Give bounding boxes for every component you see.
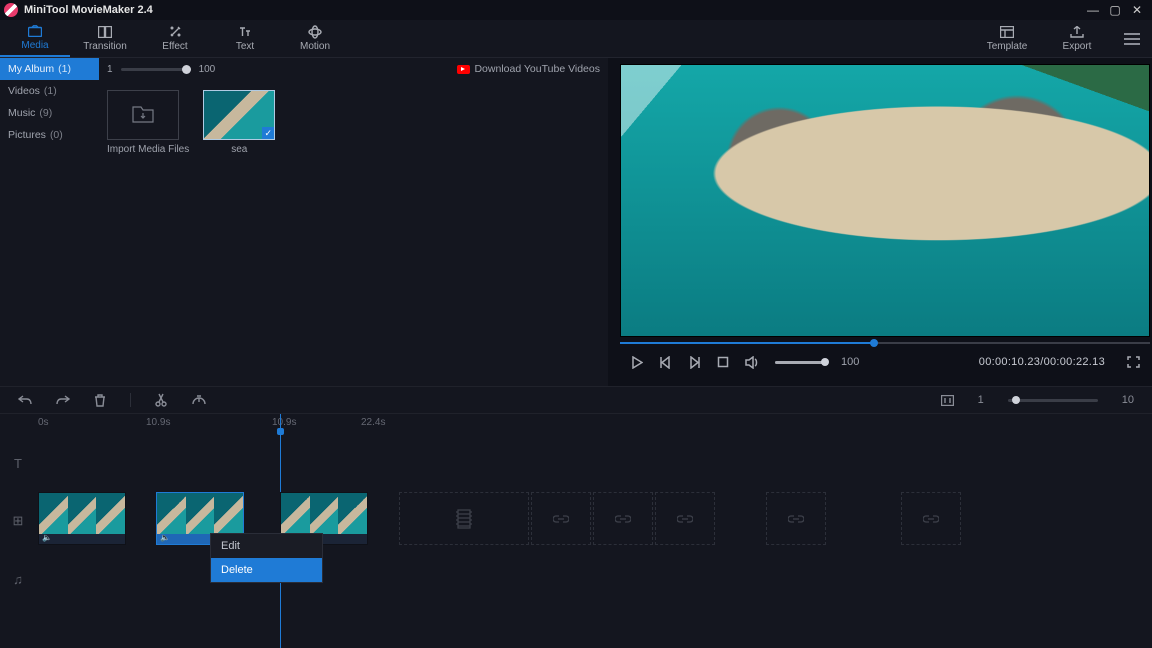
delete-button[interactable] — [94, 394, 106, 407]
text-icon — [238, 25, 252, 39]
tab-text[interactable]: Text — [210, 20, 280, 57]
filmstrip-icon — [455, 509, 473, 529]
sidebar-item-pictures[interactable]: Pictures(0) — [0, 124, 99, 146]
import-media-button[interactable]: Import Media Files — [107, 90, 189, 155]
link-icon — [553, 512, 569, 526]
track-label-audio: ♫ — [0, 550, 36, 608]
volume-value: 100 — [841, 356, 859, 368]
media-item-sea[interactable]: ✓ sea — [203, 90, 275, 155]
media-icon — [28, 24, 42, 38]
next-frame-button[interactable] — [688, 356, 701, 369]
tab-transition[interactable]: Transition — [70, 20, 140, 57]
app-title: MiniTool MovieMaker 2.4 — [24, 4, 153, 16]
preview-viewport[interactable] — [620, 64, 1150, 337]
timeline-zoom-slider[interactable] — [1008, 399, 1098, 402]
tab-motion[interactable]: Motion — [280, 20, 350, 57]
track-label-video: ⊞ — [0, 492, 36, 550]
download-youtube-link[interactable]: Download YouTube Videos — [457, 63, 600, 75]
context-menu: Edit Delete — [210, 533, 323, 583]
export-button[interactable]: Export — [1042, 20, 1112, 57]
link-icon — [788, 512, 804, 526]
volume-slider[interactable] — [775, 361, 825, 364]
check-icon: ✓ — [262, 127, 274, 139]
export-icon — [1070, 25, 1084, 39]
tab-media[interactable]: Media — [0, 20, 70, 57]
video-track[interactable] — [36, 492, 1152, 548]
tab-effect[interactable]: Effect — [140, 20, 210, 57]
folder-download-icon — [132, 106, 154, 124]
youtube-icon — [457, 65, 470, 74]
preview-scrubber[interactable] — [620, 339, 1150, 347]
app-logo-icon — [4, 3, 18, 17]
media-thumbnail: ✓ — [203, 90, 275, 140]
clip-placeholder[interactable] — [399, 492, 529, 545]
sidebar-item-music[interactable]: Music(9) — [0, 102, 99, 124]
redo-button[interactable] — [56, 394, 70, 406]
sidebar-item-videos[interactable]: Videos(1) — [0, 80, 99, 102]
link-icon — [923, 512, 939, 526]
sidebar-item-myalbum[interactable]: My Album(1) — [0, 58, 99, 80]
split-button[interactable] — [155, 393, 167, 407]
fit-button[interactable] — [941, 395, 954, 406]
time-display: 00:00:10.23/00:00:22.13 — [979, 356, 1105, 368]
motion-icon — [308, 25, 322, 39]
audio-track[interactable] — [36, 550, 1152, 606]
minimize-button[interactable]: — — [1082, 3, 1104, 17]
close-button[interactable]: ✕ — [1126, 3, 1148, 17]
library-zoom-min: 1 — [107, 64, 113, 75]
transition-placeholder[interactable] — [901, 492, 961, 545]
preview-panel: 100 00:00:10.23/00:00:22.13 — [612, 58, 1152, 386]
media-library: 1 100 Download YouTube Videos Import Med… — [99, 58, 608, 386]
timeline: 0s 10.9s 10.9s 22.4s T ⊞ ♫ Edit Delete — [0, 414, 1152, 648]
effect-icon — [168, 25, 182, 39]
hamburger-icon — [1124, 38, 1140, 40]
timeline-zoom-min: 1 — [978, 394, 984, 406]
library-zoom-slider[interactable] — [121, 68, 191, 71]
menu-button[interactable] — [1112, 20, 1152, 57]
stop-button[interactable] — [717, 356, 729, 368]
transition-placeholder[interactable] — [593, 492, 653, 545]
track-label-text: T — [0, 434, 36, 492]
volume-icon[interactable] — [745, 356, 759, 369]
transition-icon — [98, 25, 112, 39]
undo-button[interactable] — [18, 394, 32, 406]
link-icon — [615, 512, 631, 526]
speed-button[interactable] — [191, 394, 207, 406]
main-toolbar: Media Transition Effect Text Motion Temp… — [0, 20, 1152, 58]
text-track[interactable] — [36, 434, 1152, 490]
fullscreen-button[interactable] — [1127, 356, 1140, 368]
library-zoom-max: 100 — [199, 64, 216, 75]
prev-frame-button[interactable] — [659, 356, 672, 369]
timeline-zoom-max: 10 — [1122, 394, 1134, 406]
category-sidebar: My Album(1) Videos(1) Music(9) Pictures(… — [0, 58, 99, 386]
timeline-toolbar: 1 10 — [0, 386, 1152, 414]
clip-1[interactable] — [38, 492, 126, 545]
timeline-ruler[interactable]: 0s 10.9s 10.9s 22.4s — [36, 414, 1152, 434]
maximize-button[interactable]: ▢ — [1104, 3, 1126, 17]
context-delete[interactable]: Delete — [211, 558, 322, 582]
transition-placeholder[interactable] — [655, 492, 715, 545]
title-bar: MiniTool MovieMaker 2.4 — ▢ ✕ — [0, 0, 1152, 20]
link-icon — [677, 512, 693, 526]
template-button[interactable]: Template — [972, 20, 1042, 57]
template-icon — [1000, 25, 1014, 39]
transition-placeholder[interactable] — [766, 492, 826, 545]
transition-placeholder[interactable] — [531, 492, 591, 545]
context-edit[interactable]: Edit — [211, 534, 322, 558]
play-button[interactable] — [630, 356, 643, 369]
